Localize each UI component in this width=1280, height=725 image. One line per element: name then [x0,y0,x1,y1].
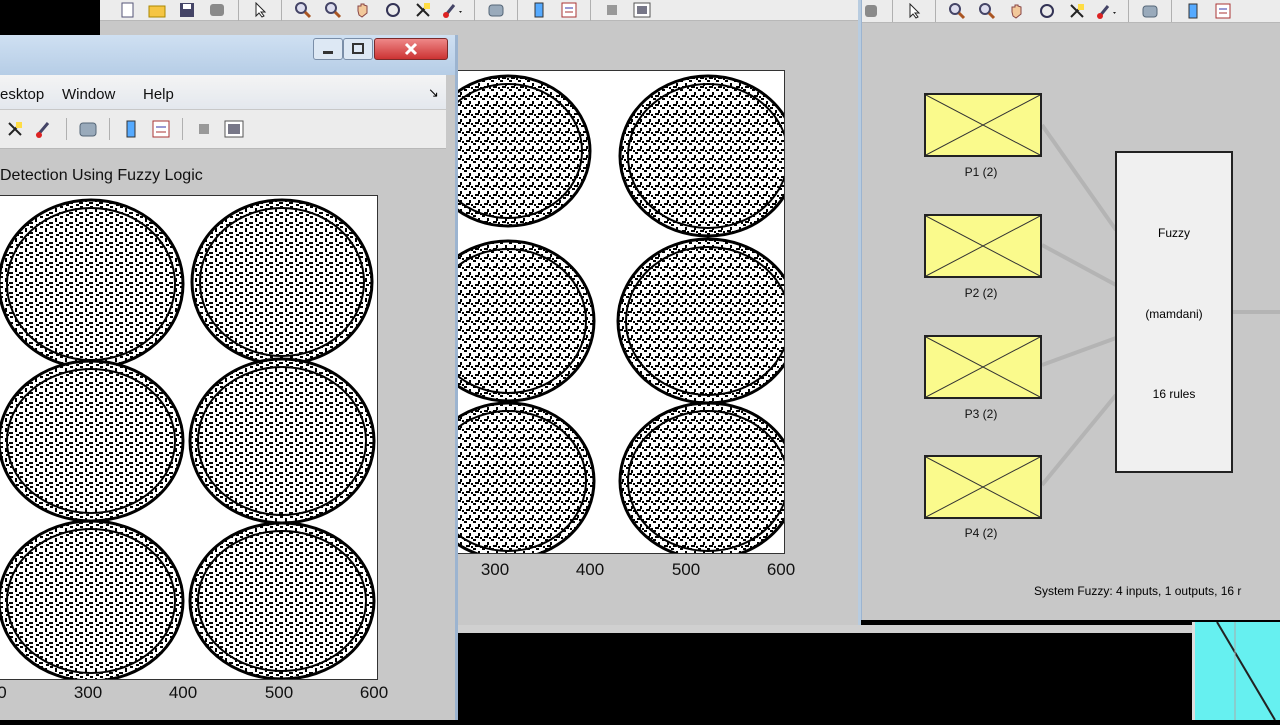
save-icon[interactable] [176,0,198,21]
show-tools-icon[interactable] [223,118,245,140]
dock-arrow-icon[interactable]: ↘ [428,85,439,101]
coin-edge-texture [446,74,784,553]
coin-edge-texture [0,198,376,679]
figure-title: Detection Using Fuzzy Logic [0,167,203,184]
fis-input-label: P1 (2) [964,165,998,179]
fis-system-name: Fuzzy [1157,226,1190,240]
menu-window[interactable]: Window [62,86,115,103]
data-cursor-icon[interactable] [412,0,434,21]
colorbar-icon[interactable] [120,118,142,140]
brush-icon[interactable] [442,0,464,21]
pointer-icon[interactable] [249,0,271,21]
fis-system-rules: 16 rules [1152,387,1196,401]
x-tick-label: 400 [168,683,198,702]
fis-input-p4[interactable] [924,455,1042,519]
zoom-out-icon[interactable] [322,0,344,21]
open-folder-icon[interactable] [146,0,168,21]
x-tick-label: 500 [264,683,294,702]
window-bottom-border [455,625,1192,633]
left-figure-window: esktop Window Help ↘ Detection Using Fuz… [0,35,458,720]
left-edge-image [0,195,378,680]
membership-cross-icon [925,456,1041,518]
fis-editor-window: P1 (2) P2 (2) P3 (2) P4 (2) Fuzzy (mamda… [860,0,1280,620]
pan-hand-icon[interactable] [352,0,374,21]
link-icon[interactable] [77,118,99,140]
close-icon [404,42,418,56]
data-cursor-icon[interactable] [4,118,26,140]
left-toolbar [0,110,446,149]
colorbar-icon[interactable] [528,0,550,21]
print-icon[interactable] [206,0,228,21]
fis-input-p3[interactable] [924,335,1042,399]
cyan-panel [1192,621,1280,721]
fis-input-p2[interactable] [924,214,1042,278]
fis-input-label: P2 (2) [964,286,998,300]
restore-icon [352,43,364,54]
fis-input-label: P3 (2) [964,407,998,421]
brush-icon[interactable] [34,118,56,140]
menu-help[interactable]: Help [143,86,174,103]
x-tick-label: 400 [575,560,605,579]
minimize-icon [323,51,333,54]
membership-cross-icon [925,215,1041,277]
fis-input-label: P4 (2) [964,526,998,540]
fis-input-p1[interactable] [924,93,1042,157]
menu-desktop[interactable]: esktop [0,86,44,103]
x-tick-label: 300 [480,560,510,579]
x-tick-label: 300 [73,683,103,702]
show-tools-icon[interactable] [631,0,653,21]
menu-bar: esktop Window Help ↘ [0,75,446,109]
fis-status-text: System Fuzzy: 4 inputs, 1 outputs, 16 r [1034,584,1242,598]
link-icon[interactable] [485,0,507,21]
new-file-icon[interactable] [116,0,138,21]
minimize-button[interactable] [313,38,343,60]
rotate-icon[interactable] [382,0,404,21]
middle-toolbar [100,0,858,21]
membership-cross-icon [925,94,1041,156]
left-title-bar [0,35,455,75]
maximize-button[interactable] [343,38,373,60]
diagonal-line [1216,621,1276,721]
fis-system-type: (mamdani) [1145,307,1203,321]
fis-system-box[interactable]: Fuzzy (mamdani) 16 rules [1115,151,1233,473]
middle-edge-image [445,70,785,554]
x-tick-label: 0 [0,683,7,702]
hide-tools-icon[interactable] [193,118,215,140]
membership-cross-icon [925,336,1041,398]
legend-icon[interactable] [558,0,580,21]
close-button[interactable] [374,38,448,60]
hide-tools-icon[interactable] [601,0,623,21]
zoom-in-icon[interactable] [292,0,314,21]
x-tick-label: 500 [671,560,701,579]
legend-icon[interactable] [150,118,172,140]
x-tick-label: 600 [359,683,389,702]
x-tick-label: 600 [766,560,796,579]
